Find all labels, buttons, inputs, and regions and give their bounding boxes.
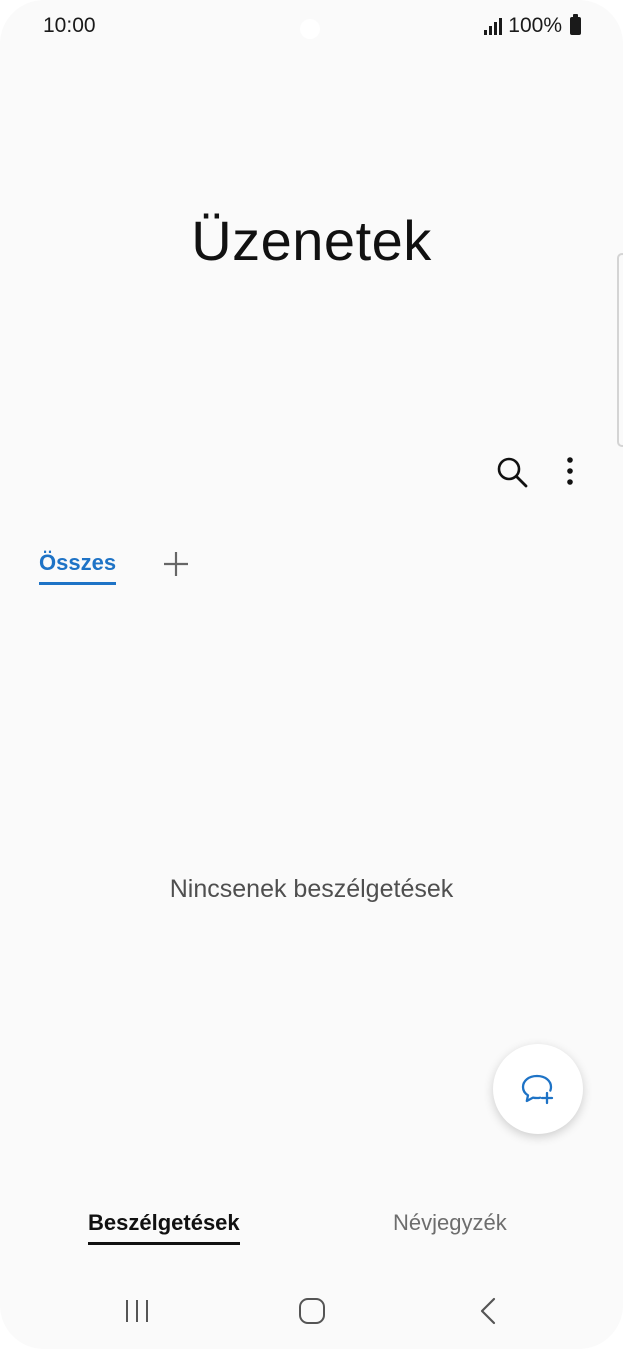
more-options-button[interactable] (552, 452, 588, 492)
new-conversation-button[interactable] (493, 1044, 583, 1134)
signal-icon (484, 17, 503, 35)
battery-icon (570, 14, 581, 35)
back-icon (480, 1297, 496, 1325)
tab-contacts[interactable]: Névjegyzék (393, 1210, 507, 1236)
home-icon (299, 1298, 325, 1324)
tab-conversations[interactable]: Beszélgetések (88, 1210, 240, 1245)
new-chat-icon (521, 1074, 554, 1105)
home-button[interactable] (297, 1296, 327, 1326)
recent-apps-icon (126, 1300, 148, 1322)
search-button[interactable] (492, 452, 532, 492)
edge-panel-handle[interactable] (617, 253, 623, 447)
status-time: 10:00 (43, 14, 96, 37)
battery-percentage: 100% (508, 14, 562, 37)
camera-cutout (300, 19, 320, 39)
page-title: Üzenetek (191, 209, 432, 272)
add-category-button[interactable] (160, 548, 192, 580)
phone-screen: 10:00 100% Üzenetek Összes Nincsenek bes… (0, 0, 623, 1349)
empty-state-message: Nincsenek beszélgetések (169, 875, 454, 903)
status-indicators: 100% (484, 14, 581, 38)
tab-all[interactable]: Összes (39, 550, 117, 585)
plus-icon (164, 552, 188, 576)
more-options-icon (567, 457, 573, 485)
search-icon (497, 457, 528, 488)
back-button[interactable] (476, 1295, 500, 1327)
recent-apps-button[interactable] (122, 1297, 152, 1325)
